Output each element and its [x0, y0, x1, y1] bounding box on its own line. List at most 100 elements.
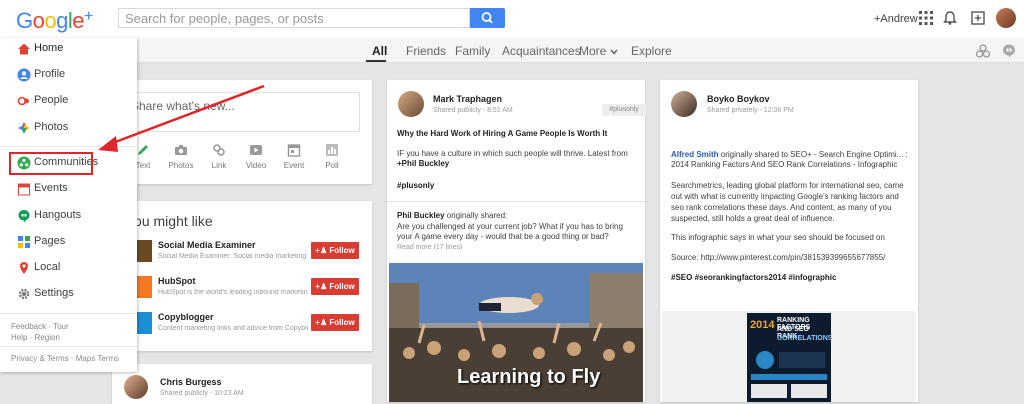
author-avatar[interactable] [671, 91, 697, 117]
sidebar-item-home[interactable]: Home [0, 39, 137, 59]
local-pin-icon [20, 262, 28, 274]
logo-letter: g [56, 8, 68, 33]
reshare-body-line: your A game every day - would that be a … [397, 232, 609, 241]
home-icon [18, 43, 30, 55]
reshare-author[interactable]: Phil Buckley [397, 211, 445, 220]
hashtag-link[interactable]: #plusonly [397, 181, 434, 190]
logo-letter: o [44, 8, 57, 33]
infographic-graphic [751, 351, 827, 398]
suggestion-item[interactable]: Social Media Examiner Social Media Exami… [136, 240, 370, 266]
account-avatar[interactable] [996, 8, 1016, 28]
post-body-line: IF you have a culture in which such peop… [397, 149, 628, 158]
author-name[interactable]: Mark Traphagen [433, 94, 502, 104]
author-name[interactable]: Chris Burgess [160, 377, 222, 387]
red-arrow-annotation [98, 84, 265, 152]
social-media-examiner-logo [136, 240, 152, 262]
author-name[interactable]: Boyko Boykov [707, 94, 770, 104]
search-icon [481, 12, 493, 24]
sidebar-footer-links[interactable]: Feedback · Tour [11, 322, 69, 331]
sidebar-item-label: Profile [34, 68, 66, 80]
follow-label: Follow [329, 282, 355, 291]
photos-icon [18, 122, 30, 134]
tab-family[interactable]: Family [455, 44, 490, 58]
add-person-icon: +♟ [315, 246, 328, 255]
photo-caption: Learning to Fly [457, 366, 601, 388]
sidebar-item-hangouts[interactable]: Hangouts [0, 206, 137, 226]
sidebar-item-settings[interactable]: Settings [0, 284, 137, 304]
share-poll-label: Poll [325, 161, 339, 170]
tab-acquaintances[interactable]: Acquaintances [502, 44, 581, 58]
author-avatar[interactable] [398, 91, 424, 117]
divider [387, 201, 645, 202]
reshare-suffix: originally shared: [444, 211, 508, 220]
sidebar-footer-legal[interactable]: Privacy & Terms · Maps Terms [11, 354, 119, 363]
tab-explore[interactable]: Explore [631, 44, 672, 58]
profile-icon [17, 68, 31, 82]
circles-share-icon[interactable] [975, 43, 991, 59]
pages-icon [18, 236, 30, 248]
hashtag-links[interactable]: #SEO #seorankingfactors2014 #infographic [671, 273, 836, 282]
sidebar-item-local[interactable]: Local [0, 258, 137, 278]
author-avatar[interactable] [124, 375, 148, 399]
google-plus-logo[interactable]: Google+ [16, 8, 93, 34]
post-meta: Shared publicly - 10:23 AM [160, 390, 244, 397]
share-event-label: Event [283, 161, 305, 170]
events-icon [18, 183, 30, 196]
tab-all[interactable]: All [372, 44, 387, 58]
sidebar-item-pages[interactable]: Pages [0, 232, 137, 252]
post-meta: Shared privately - 12:06 PM [707, 107, 794, 114]
original-author-link[interactable]: Alfred Smith [671, 150, 719, 159]
reshare-header: Phil Buckley originally shared: [397, 211, 507, 221]
infographic-year: 2014 [750, 319, 775, 331]
post-body-line: seo rank correlations these days. And co… [671, 203, 892, 212]
suggestion-item[interactable]: HubSpot HubSpot is the world's leading i… [136, 276, 370, 302]
suggestion-name[interactable]: HubSpot [158, 276, 196, 286]
suggestions-title: You might like [126, 213, 213, 229]
active-tab-indicator [366, 60, 386, 62]
apps-grid-icon[interactable] [918, 10, 934, 26]
tab-friends[interactable]: Friends [406, 44, 446, 58]
settings-gear-icon [18, 288, 30, 300]
mention-link[interactable]: +Phil Buckley [397, 159, 449, 169]
hangouts-quote-icon[interactable] [1001, 43, 1017, 59]
infographic-image[interactable]: 2014 RANKING FACTORS AND SEO RANK CORREL… [747, 313, 832, 402]
reshare-body-line: Are you challenged at your current job? … [397, 222, 623, 231]
sidebar-item-label: Local [34, 261, 61, 273]
search-input[interactable]: Search for people, pages, or posts [118, 8, 470, 28]
source-link[interactable]: Source: http://www.pinterest.com/pin/381… [671, 253, 885, 263]
post-meta: Shared publicly - 8:51 AM [433, 107, 513, 114]
post-body-line: out with what is currently impacting Goo… [671, 192, 899, 201]
reshare-suffix: originally shared to SEO+ - Search Engin… [718, 150, 908, 159]
post-title: Why the Hard Work of Hiring A Game Peopl… [397, 129, 608, 138]
hangouts-icon [18, 210, 30, 223]
suggestion-item[interactable]: Copyblogger Content marketing links and … [136, 312, 370, 338]
notifications-bell-icon[interactable] [942, 10, 958, 26]
suggestion-description: Content marketing links and advice from … [158, 325, 308, 332]
account-name[interactable]: +Andrew [874, 13, 918, 25]
share-event-button[interactable]: Event [276, 143, 312, 170]
sidebar-footer-links[interactable]: Help · Region [11, 333, 60, 342]
share-plus-icon[interactable] [970, 10, 986, 26]
follow-label: Follow [329, 318, 355, 327]
post-photo[interactable]: Learning to Fly [389, 263, 643, 402]
sidebar-item-label: Settings [34, 287, 74, 299]
suggestion-name[interactable]: Social Media Examiner [158, 240, 256, 250]
sidebar-item-events[interactable]: Events [0, 179, 137, 199]
sidebar-item-label: Events [34, 182, 68, 194]
communities-highlight-box [9, 152, 93, 175]
community-tag-badge[interactable]: #plusonly [602, 104, 646, 116]
search-button[interactable] [470, 8, 505, 28]
follow-button[interactable]: +♟ Follow [311, 242, 359, 259]
logo-letter: o [32, 8, 45, 33]
suggestion-name[interactable]: Copyblogger [158, 312, 214, 322]
logo-letter: G [16, 8, 33, 33]
sidebar-item-label: Home [34, 42, 64, 54]
follow-label: Follow [329, 246, 355, 255]
share-poll-button[interactable]: Poll [314, 143, 350, 170]
follow-button[interactable]: +♟ Follow [311, 278, 359, 295]
read-more-link[interactable]: Read more (17 lines) [397, 243, 462, 253]
follow-button[interactable]: +♟ Follow [311, 314, 359, 331]
tab-more[interactable]: More [579, 44, 618, 58]
add-person-icon: +♟ [315, 282, 328, 291]
logo-letter: + [84, 8, 93, 25]
